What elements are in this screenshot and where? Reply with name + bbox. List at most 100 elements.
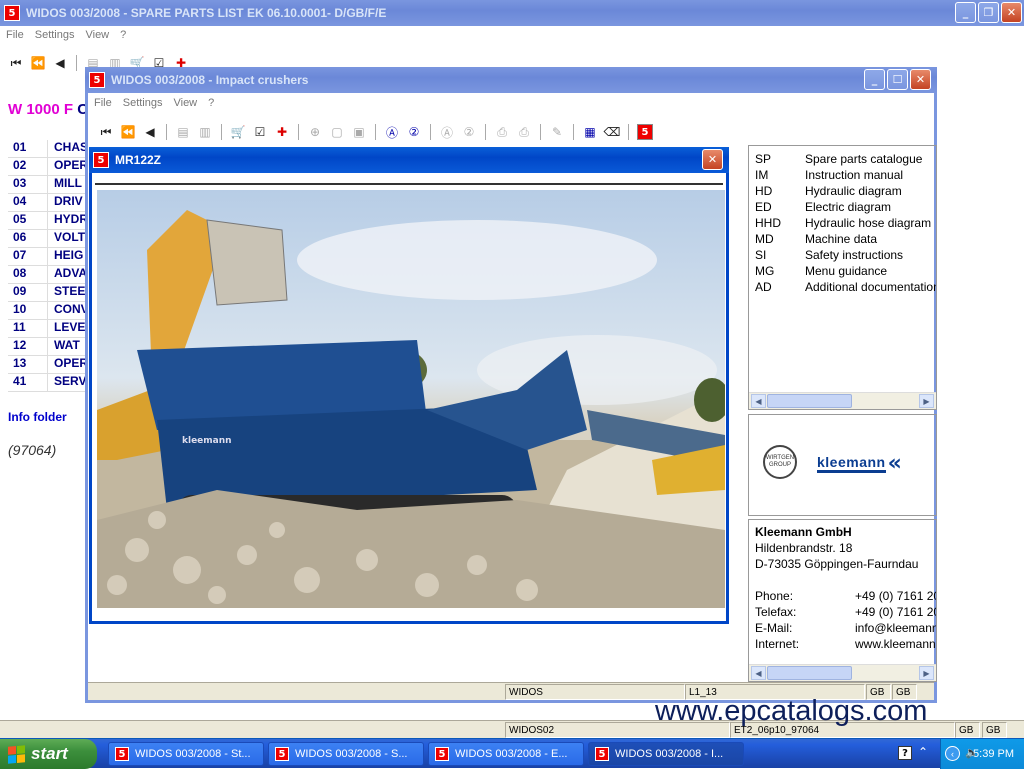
chapter-title: ADVA: [54, 266, 88, 280]
notes-icon[interactable]: ✎: [549, 124, 565, 140]
menu-settings[interactable]: Settings: [123, 97, 163, 109]
taskbar-item[interactable]: 5 WIDOS 003/2008 - I...: [588, 742, 744, 766]
scroll-right-icon[interactable]: ▶: [919, 394, 934, 408]
close-icon[interactable]: ✕: [910, 69, 931, 90]
catalog-item[interactable]: MD Machine data: [755, 232, 936, 248]
first-page-icon[interactable]: ⏮: [8, 55, 24, 71]
scroll-thumb[interactable]: [767, 666, 852, 680]
company-scrollbar[interactable]: ◀ ▶: [749, 664, 936, 681]
catalog-item[interactable]: ED Electric diagram: [755, 200, 936, 216]
chapter-code: 10: [8, 302, 48, 319]
chapter-title: MILL: [54, 176, 82, 190]
prev-chapter-icon[interactable]: ⏪: [30, 55, 46, 71]
start-button[interactable]: start: [0, 739, 97, 769]
print-icon[interactable]: ⎙: [494, 124, 510, 140]
taskbar-item[interactable]: 5 WIDOS 003/2008 - St...: [108, 742, 264, 766]
book-icon[interactable]: ▤: [175, 124, 191, 140]
catalog-item[interactable]: HD Hydraulic diagram: [755, 184, 936, 200]
windows-flag-icon: [8, 744, 25, 764]
clock[interactable]: 5:39 PM: [973, 748, 1014, 760]
add-icon[interactable]: ✚: [274, 124, 290, 140]
chapter-code: 41: [8, 374, 48, 391]
search-2-icon[interactable]: ②: [406, 124, 422, 140]
email-value[interactable]: info@kleemann.info: [855, 621, 936, 635]
print-preview-icon[interactable]: ⎙: [516, 124, 532, 140]
scroll-thumb[interactable]: [767, 394, 852, 408]
grid-icon[interactable]: ▦: [582, 124, 598, 140]
taskbar-item[interactable]: 5 WIDOS 003/2008 - S...: [268, 742, 424, 766]
catalog-item[interactable]: SI Safety instructions: [755, 248, 936, 264]
taskbar-item[interactable]: 5 WIDOS 003/2008 - E...: [428, 742, 584, 766]
page-icon[interactable]: ▢: [329, 124, 345, 140]
first-page-icon[interactable]: ⏮: [98, 124, 114, 140]
menu-view[interactable]: View: [85, 29, 109, 41]
menu-file[interactable]: File: [94, 97, 112, 109]
menu-help[interactable]: ?: [208, 97, 214, 109]
main-title-bar[interactable]: 5 WIDOS 003/2008 - SPARE PARTS LIST EK 0…: [0, 0, 1024, 26]
menu-file[interactable]: File: [6, 29, 24, 41]
chapter-title: STEE: [54, 284, 86, 298]
fax-label: Telefax:: [755, 605, 797, 619]
widos-logo-icon[interactable]: 5: [637, 124, 653, 140]
restore-icon[interactable]: ❐: [978, 2, 999, 23]
chapter-title: CHAS: [54, 140, 89, 154]
chapter-code: 03: [8, 176, 48, 193]
search-a-icon[interactable]: Ⓐ: [384, 124, 400, 140]
close-icon[interactable]: ✕: [1001, 2, 1022, 23]
widos-app-icon: 5: [275, 747, 289, 761]
catalog-label: Machine data: [805, 232, 878, 246]
book-open-icon[interactable]: ▥: [197, 124, 213, 140]
catalog-item[interactable]: MG Menu guidance: [755, 264, 936, 280]
tray-expand-icon[interactable]: ‹: [945, 746, 960, 761]
minimize-icon[interactable]: _: [864, 69, 885, 90]
tray-chevron-icon[interactable]: ⌃: [918, 745, 928, 759]
impact-crushers-title-bar[interactable]: 5 WIDOS 003/2008 - Impact crushers _ ☐ ✕: [85, 67, 937, 93]
catalog-item[interactable]: HHD Hydraulic hose diagram: [755, 216, 936, 232]
catalog-abbr: SI: [755, 248, 767, 262]
catalog-list-scrollbar[interactable]: ◀ ▶: [749, 392, 936, 409]
prev-page-icon[interactable]: ◀: [142, 124, 158, 140]
search-2-disabled-icon[interactable]: ②: [461, 124, 477, 140]
widos-app-icon: 5: [4, 5, 20, 21]
crusher-photo: kleemann: [97, 190, 725, 608]
prev-chapter-icon[interactable]: ⏪: [120, 124, 136, 140]
page-copy-icon[interactable]: ▣: [351, 124, 367, 140]
inner-toolbar: ⏮ ⏪ ◀ ▤ ▥ 🛒 ☑ ✚ ⊕ ▢ ▣ Ⓐ ② Ⓐ ② ⎙ ⎙ ✎ ▦ ⌫ …: [98, 120, 659, 144]
prev-page-icon[interactable]: ◀: [52, 55, 68, 71]
help-tray-icon[interactable]: ?: [898, 746, 912, 760]
widos-app-icon: 5: [435, 747, 449, 761]
widos-app-icon: 5: [89, 72, 105, 88]
catalog-label: Instruction manual: [805, 168, 904, 182]
chapter-title: OPER: [54, 356, 89, 370]
widos-app-icon: 5: [115, 747, 129, 761]
menu-help[interactable]: ?: [120, 29, 126, 41]
catalog-item[interactable]: SP Spare parts catalogue: [755, 152, 936, 168]
menu-view[interactable]: View: [173, 97, 197, 109]
scroll-left-icon[interactable]: ◀: [751, 666, 766, 680]
info-folder-link[interactable]: Info folder: [8, 410, 67, 424]
chapter-code: 01: [8, 140, 48, 157]
catalog-item[interactable]: IM Instruction manual: [755, 168, 936, 184]
menu-settings[interactable]: Settings: [35, 29, 75, 41]
main-status-lang2: GB: [982, 722, 1007, 738]
close-icon[interactable]: ✕: [702, 149, 723, 170]
scroll-right-icon[interactable]: ▶: [919, 666, 934, 680]
scroll-left-icon[interactable]: ◀: [751, 394, 766, 408]
chapter-title: CONV: [54, 302, 89, 316]
search-a-disabled-icon[interactable]: Ⓐ: [439, 124, 455, 140]
volume-icon[interactable]: 🔈: [965, 746, 979, 759]
catalog-abbr: HHD: [755, 216, 781, 230]
catalog-abbr: ED: [755, 200, 772, 214]
image-window-title-bar[interactable]: 5 MR122Z ✕: [89, 147, 729, 173]
web-value[interactable]: www.kleemann.info: [855, 637, 936, 651]
catalog-item[interactable]: AD Additional documentation: [755, 280, 936, 296]
maximize-icon[interactable]: ☐: [887, 69, 908, 90]
watermark: www.epcatalogs.com: [655, 695, 928, 727]
checklist-icon[interactable]: ☑: [252, 124, 268, 140]
cart-icon[interactable]: 🛒: [230, 124, 246, 140]
zoom-icon[interactable]: ⊕: [307, 124, 323, 140]
chapter-code: 12: [8, 338, 48, 355]
eraser-icon[interactable]: ⌫: [604, 124, 621, 140]
chapter-code: 02: [8, 158, 48, 175]
minimize-icon[interactable]: _: [955, 2, 976, 23]
